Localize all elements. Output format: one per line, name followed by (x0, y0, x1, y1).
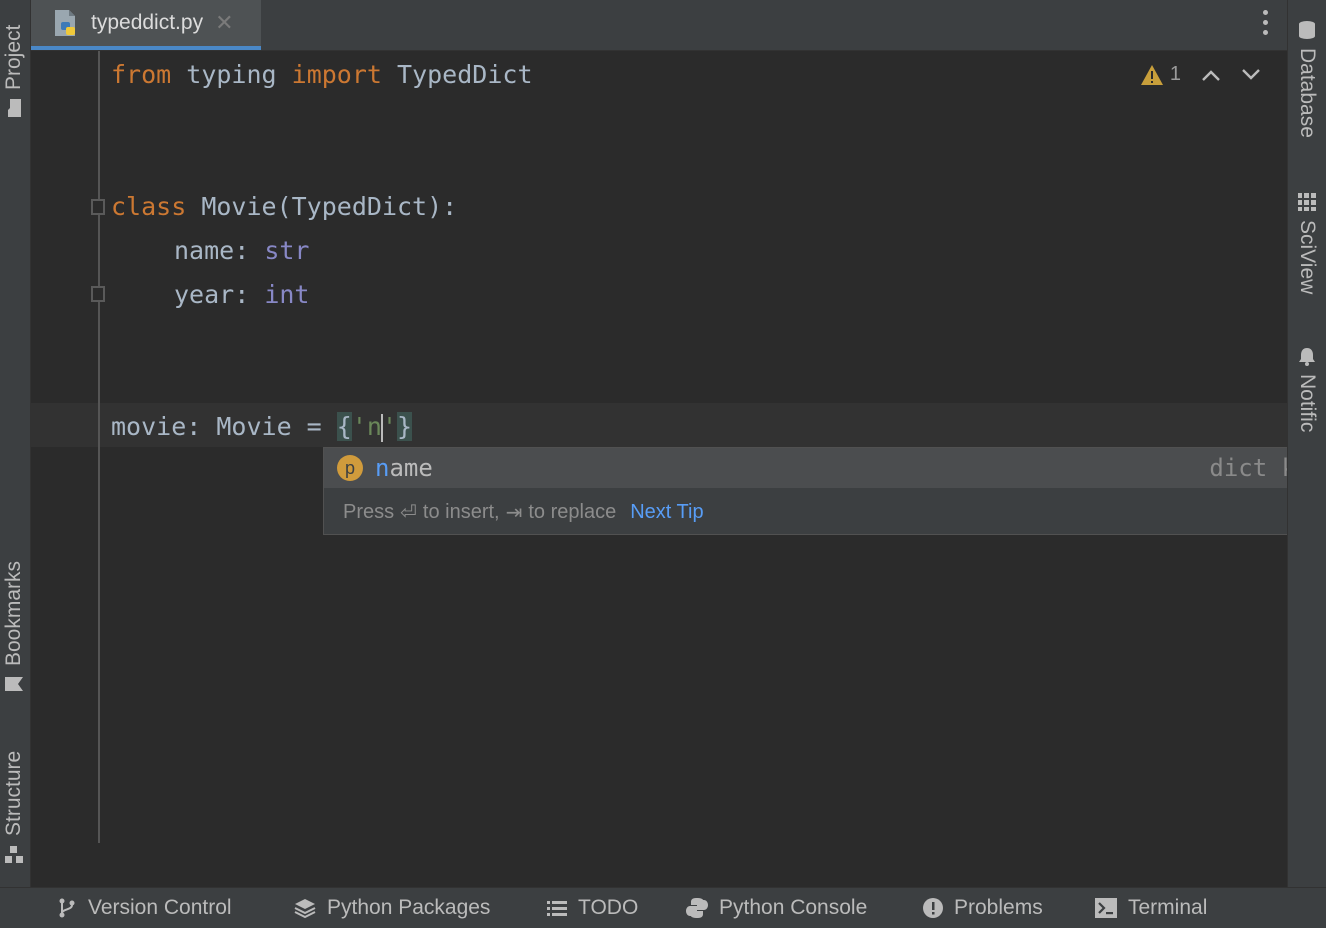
enter-key-icon: ⏎ (400, 502, 417, 524)
close-brace: } (397, 412, 413, 441)
bell-icon (1299, 348, 1315, 366)
module-name: typing (186, 60, 277, 89)
chevron-up-icon[interactable] (1201, 68, 1221, 82)
next-tip-link[interactable]: Next Tip (630, 501, 703, 524)
python-console-label: Python Console (719, 896, 868, 919)
problems-tool[interactable]: Problems (922, 888, 1043, 928)
field-type-int: int (264, 280, 310, 309)
chevron-down-icon[interactable] (1241, 68, 1261, 82)
completion-popup: p name dict key Press ⏎ to insert, ⇥ to … (323, 447, 1326, 535)
structure-icon (5, 846, 23, 863)
class-declaration: Movie(TypedDict): (201, 192, 458, 221)
python-console-tool[interactable]: Python Console (685, 888, 867, 928)
left-tool-strip: Project Bookmarks Structure (0, 0, 31, 888)
structure-tab-label: Structure (2, 750, 25, 836)
version-control-label: Version Control (88, 896, 232, 919)
database-icon (1299, 21, 1315, 39)
close-icon[interactable]: ✕ (215, 10, 233, 36)
completion-item-label: name (375, 454, 433, 482)
hint-press: Press (343, 501, 395, 523)
project-tab-label: Project (2, 24, 25, 90)
python-file-icon (55, 10, 75, 36)
keyword-class: class (111, 192, 187, 221)
field-name: name: (174, 236, 265, 265)
inspection-widget: 1 (1140, 63, 1261, 86)
bookmarks-tab-label: Bookmarks (2, 560, 25, 666)
parameter-icon: p (337, 455, 363, 481)
python-packages-tool[interactable]: Python Packages (293, 888, 490, 928)
bookmarks-tool-tab[interactable]: Bookmarks (2, 561, 26, 694)
todo-label: TODO (578, 896, 639, 919)
notifications-tab-label: Notific (1296, 374, 1319, 433)
todo-tool[interactable]: TODO (546, 888, 638, 928)
bookmark-icon (5, 677, 23, 691)
alert-circle-icon (923, 898, 943, 918)
tab-filename: typeddict.py (91, 11, 204, 34)
project-tool-tab[interactable]: Project (2, 25, 26, 118)
imported-name: TypedDict (397, 60, 533, 89)
assignment-prefix: movie: Movie = (111, 412, 337, 441)
gutter-separator (98, 51, 100, 843)
sciview-tab-label: SciView (1296, 220, 1319, 295)
database-tab-label: Database (1296, 48, 1319, 138)
python-icon (686, 898, 708, 918)
version-control-tool[interactable]: Version Control (56, 888, 232, 928)
field-type-str: str (264, 236, 310, 265)
more-actions-icon[interactable] (1263, 10, 1269, 38)
branch-icon (59, 898, 75, 918)
keyword-from: from (111, 60, 172, 89)
completion-item-name[interactable]: p name dict key (324, 448, 1325, 488)
code-line-4: class Movie(TypedDict): (111, 185, 457, 229)
terminal-icon (1095, 898, 1117, 918)
tab-key-icon: ⇥ (505, 502, 523, 524)
tab-typeddict-py[interactable]: typeddict.py ✕ (31, 0, 261, 50)
completion-hint: Press ⏎ to insert, ⇥ to replace Next Tip (343, 500, 704, 525)
open-brace: { (336, 412, 352, 441)
code-line-9: movie: Movie = {'n'} (111, 405, 413, 449)
hint-replace: to replace (528, 501, 617, 523)
list-icon (547, 901, 567, 916)
python-packages-label: Python Packages (327, 896, 491, 919)
keyword-import: import (291, 60, 382, 89)
problems-label: Problems (954, 896, 1043, 919)
fold-open-icon[interactable] (91, 199, 105, 215)
warning-icon (1140, 64, 1163, 85)
editor-tab-bar: typeddict.py ✕ (31, 0, 1287, 51)
warning-count: 1 (1169, 63, 1181, 85)
completion-rest: ame (389, 454, 433, 482)
folder-icon (8, 99, 21, 117)
completion-match-prefix: n (375, 454, 390, 482)
grid-icon (1298, 193, 1316, 211)
code-line-5: name: str (174, 229, 309, 273)
bottom-tool-bar: Version Control Python Packages TODO Pyt… (0, 887, 1326, 928)
string-literal-end: ' (381, 412, 398, 441)
right-tool-strip: Database SciView Notific (1287, 0, 1326, 888)
notifications-tool-tab[interactable]: Notific (1295, 346, 1319, 432)
fold-end-icon[interactable] (91, 286, 105, 302)
terminal-tool[interactable]: Terminal (1094, 888, 1207, 928)
code-line-1: from typing import TypedDict (111, 53, 533, 97)
terminal-label: Terminal (1128, 896, 1208, 919)
sciview-tool-tab[interactable]: SciView (1295, 192, 1319, 294)
string-literal-start: 'n (351, 412, 382, 441)
layers-icon (294, 899, 316, 919)
code-line-6: year: int (174, 273, 309, 317)
structure-tool-tab[interactable]: Structure (2, 751, 26, 864)
warning-indicator[interactable]: 1 (1140, 63, 1181, 86)
database-tool-tab[interactable]: Database (1295, 20, 1319, 138)
field-year: year: (174, 280, 265, 309)
hint-insert: to insert, (422, 501, 500, 523)
